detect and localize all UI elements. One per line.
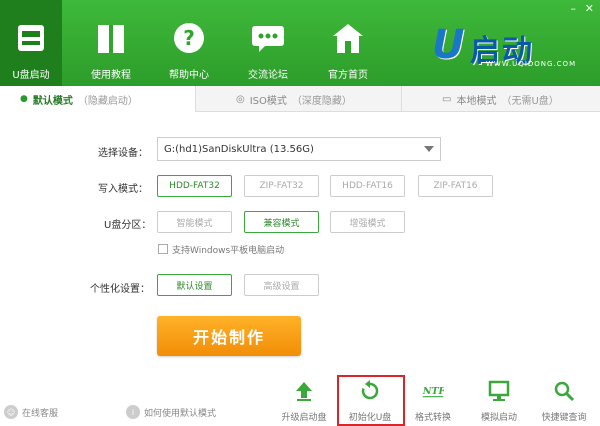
tablet-boot-checkbox[interactable] [158,244,168,254]
device-label: 选择设备： [98,148,148,159]
personal-option-advanced[interactable]: 高级设置 [244,274,319,296]
chevron-down-icon [424,146,434,152]
nav-tutorial[interactable]: 使用教程 [72,0,150,86]
nav-label: 官方首页 [328,70,368,81]
nav-label: 交流论坛 [248,70,288,81]
book-icon [91,18,131,58]
tab-sub: （隐藏启动） [77,95,138,107]
device-select[interactable]: G:(hd1)SanDiskUltra (13.56G) [157,137,441,161]
online-service-label: 在线客服 [22,408,59,419]
mode-tabs: ● 默认模式 （隐藏启动） ◎ ISO模式 （深度隐藏） ▭ 本地模式 （无需U… [0,86,600,112]
person-icon: ☺ [4,405,18,419]
svg-text:?: ? [183,26,195,50]
howto-link[interactable]: i 如何使用默认模式 [126,405,216,419]
nav-forum[interactable]: 交流论坛 [228,0,308,86]
nav-home[interactable]: 官方首页 [308,0,388,86]
close-button[interactable]: ✕ [585,2,594,15]
partition-label: U盘分区： [104,220,152,231]
write-option-hdd-fat32[interactable]: HDD-FAT32 [157,175,232,197]
tool-label: 升级启动盘 [281,413,327,423]
monitor-icon: ▭ [442,93,452,105]
monitor-icon [488,380,510,402]
tab-iso-mode[interactable]: ◎ ISO模式 （深度隐藏） [196,86,402,112]
nav-usb-boot[interactable]: U盘启动 [0,0,62,86]
tool-label: 快捷键查询 [541,413,587,423]
nav-label: U盘启动 [12,70,50,81]
tool-label: 格式转换 [414,413,451,423]
svg-text:NTFS: NTFS [422,386,444,397]
tablet-boot-label: 支持Windows平板电脑启动 [172,246,285,256]
nav-help[interactable]: ? 帮助中心 [150,0,228,86]
logo-letter: U [432,22,465,68]
partition-option-enhanced[interactable]: 增强模式 [330,211,405,233]
minimize-button[interactable]: – [571,2,577,15]
nav-label: 帮助中心 [169,70,209,81]
tab-local-mode[interactable]: ▭ 本地模式 （无需U盘） [402,86,600,112]
tab-label: ISO模式 [249,95,287,107]
tab-sub: （深度隐藏） [291,95,352,107]
app-header: U盘启动 使用教程 ? 帮助中心 交流论坛 官方首页 U 启动 WWW.UQID… [0,0,600,86]
personal-settings-label: 个性化设置： [90,284,150,295]
write-option-zip-fat32[interactable]: ZIP-FAT32 [244,175,319,197]
partition-option-smart[interactable]: 智能模式 [157,211,232,233]
chat-icon [248,18,288,58]
tool-simulate-boot[interactable]: 模拟启动 [469,380,529,423]
tool-hotkey-query[interactable]: 快捷键查询 [534,380,594,423]
online-service-link[interactable]: ☺ 在线客服 [4,405,58,419]
home-icon [328,18,368,58]
tool-format-convert[interactable]: NTFS 格式转换 [403,380,463,423]
tab-default-mode[interactable]: ● 默认模式 （隐藏启动） [0,86,196,112]
tab-label: 本地模式 [456,95,497,107]
tab-label: 默认模式 [32,95,73,107]
search-icon [553,380,575,402]
tab-sub: （无需U盘） [501,95,559,107]
app-logo: U 启动 WWW.UQIDONG.COM [432,22,582,76]
help-icon: ? [169,18,209,58]
device-value: G:(hd1)SanDiskUltra (13.56G) [164,143,314,155]
write-option-hdd-fat16[interactable]: HDD-FAT16 [330,175,405,197]
write-option-zip-fat16[interactable]: ZIP-FAT16 [418,175,493,197]
personal-option-default[interactable]: 默认设置 [157,274,232,296]
upload-icon [293,380,315,402]
logo-url: WWW.UQIDONG.COM [486,60,577,68]
usb-drive-icon [11,18,51,58]
info-icon: i [126,405,140,419]
tool-upgrade[interactable]: 升级启动盘 [274,380,334,423]
tool-label: 模拟启动 [480,413,517,423]
highlight-box [337,375,405,426]
dot-icon: ● [20,94,28,104]
ntfs-icon: NTFS [422,380,444,402]
partition-option-compatible[interactable]: 兼容模式 [244,211,319,233]
write-mode-label: 写入模式： [98,184,148,195]
start-make-button[interactable]: 开始制作 [157,316,301,356]
howto-label: 如何使用默认模式 [144,408,217,419]
disc-icon: ◎ [236,93,245,105]
main-nav: U盘启动 使用教程 ? 帮助中心 交流论坛 官方首页 [0,0,388,86]
nav-label: 使用教程 [91,70,131,81]
